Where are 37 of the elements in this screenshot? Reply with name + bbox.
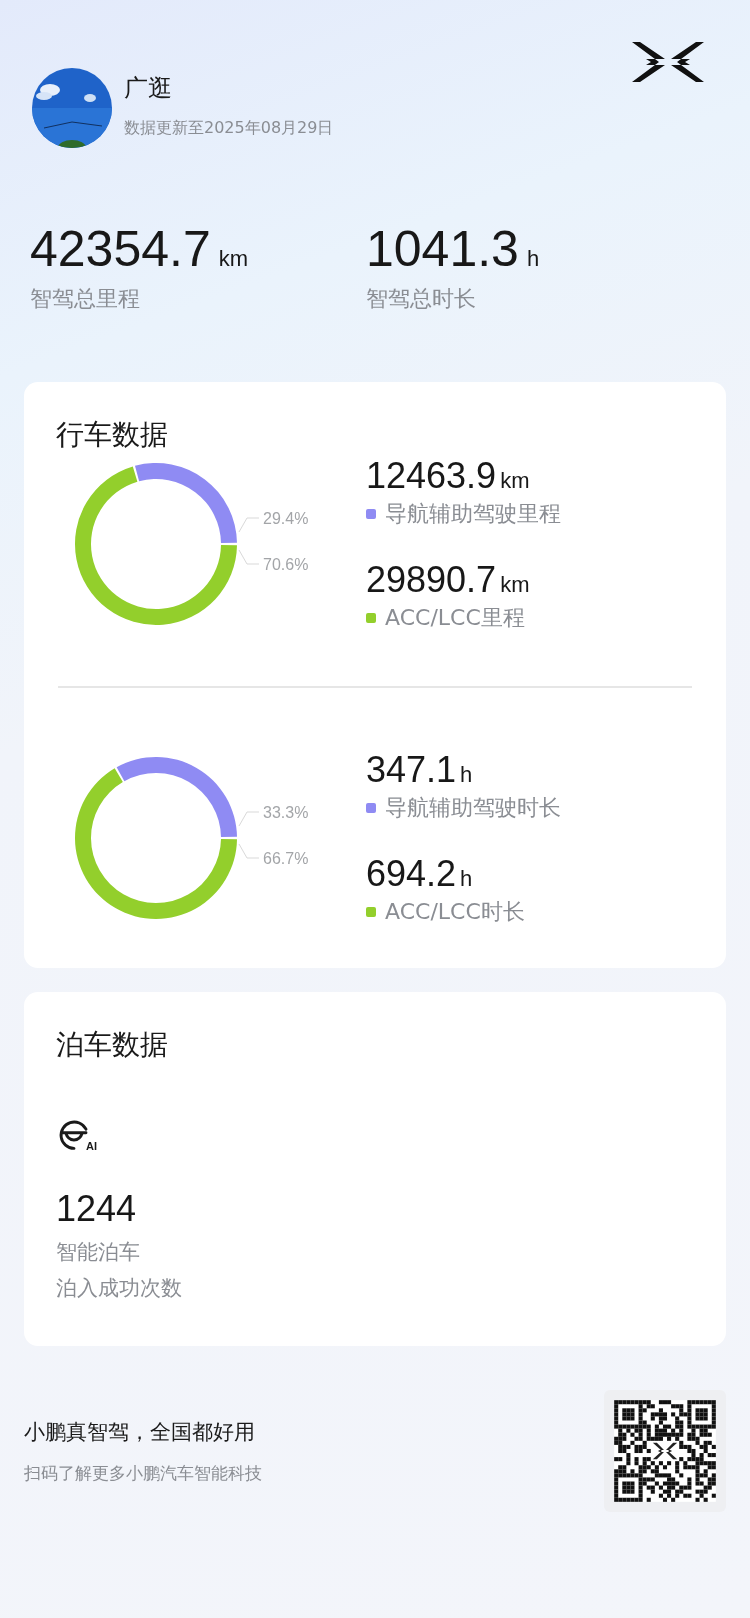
percent-label: 66.7%	[263, 850, 309, 867]
total-value: 42354.7	[30, 220, 211, 278]
legend-label: 导航辅助驾驶时长	[385, 794, 561, 822]
unit-label: km	[218, 246, 249, 272]
icon-label: AI	[86, 1140, 97, 1152]
legend-label: ACC/LCC里程	[385, 604, 525, 632]
legend-label: ACC/LCC时长	[385, 898, 525, 926]
stat-value: 347.1	[366, 749, 457, 791]
user-name: 广逛	[124, 73, 173, 104]
total-value: 1041.3	[366, 220, 519, 278]
unit-label: km	[500, 572, 530, 598]
stat-value: 29890.7	[366, 559, 497, 601]
card-title: 泊车数据	[56, 1027, 169, 1063]
total-label: 智驾总里程	[30, 285, 141, 313]
leader-line	[238, 549, 260, 565]
update-date: 数据更新至2025年08月29日	[124, 118, 335, 139]
leader-line	[238, 843, 260, 859]
slogan-text: 小鹏真智驾，全国都好用	[24, 1418, 256, 1446]
parking-label: 智能泊车	[56, 1239, 141, 1266]
leader-line	[238, 517, 260, 533]
percent-label: 70.6%	[263, 556, 309, 573]
card-title: 行车数据	[56, 417, 169, 453]
x-logo-icon	[632, 42, 704, 82]
unit-label: km	[500, 468, 530, 494]
parking-sublabel: 泊入成功次数	[56, 1275, 183, 1302]
stat-value: 12463.9	[366, 455, 497, 497]
unit-label: h	[460, 866, 473, 892]
legend-label: 导航辅助驾驶里程	[385, 500, 561, 528]
footer-caption: 扫码了解更多小鹏汽车智能科技	[24, 1461, 262, 1485]
parking-count: 1244	[56, 1188, 138, 1230]
unit-label: h	[526, 246, 540, 272]
total-label: 智驾总时长	[366, 285, 477, 313]
unit-label: h	[460, 762, 473, 788]
percent-label: 33.3%	[263, 804, 309, 821]
percent-label: 29.4%	[263, 510, 309, 527]
stat-value: 694.2	[366, 853, 457, 895]
leader-line	[238, 811, 260, 827]
